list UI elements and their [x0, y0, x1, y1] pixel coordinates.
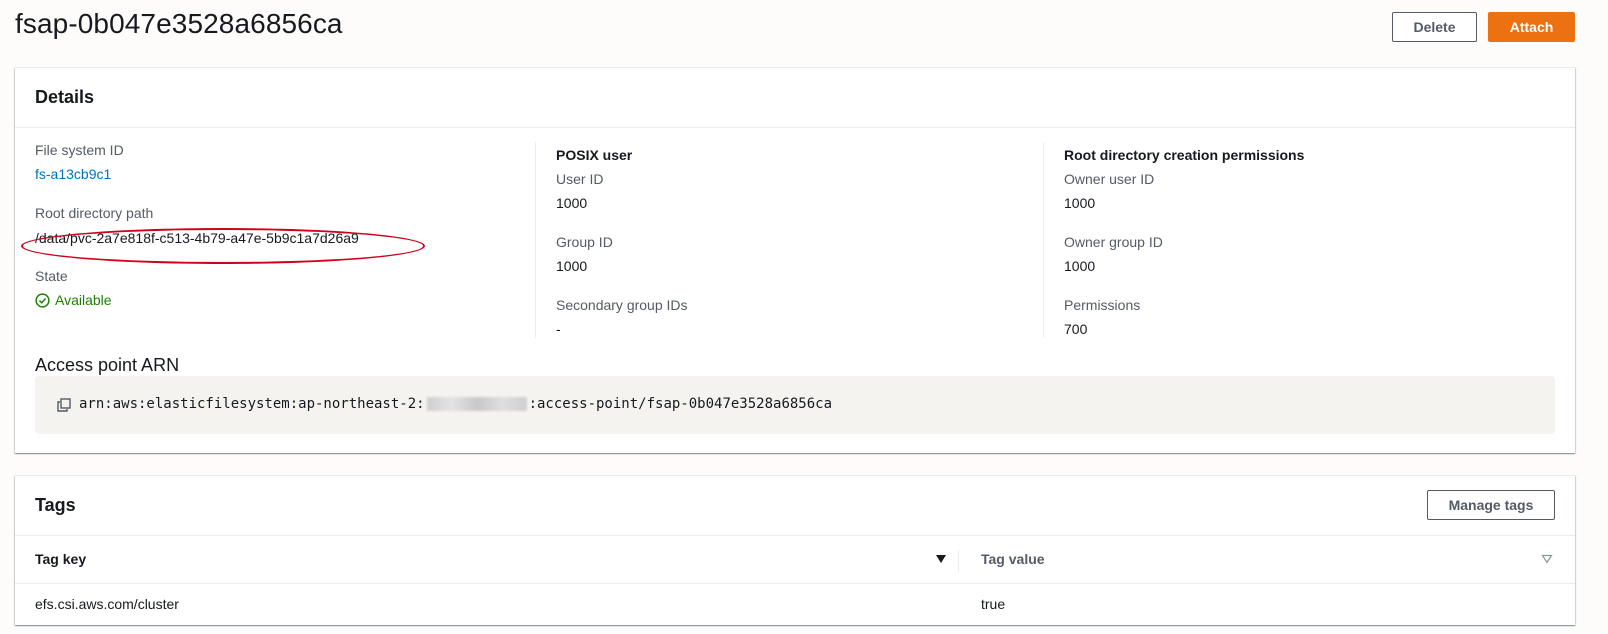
- tags-panel: Tags Manage tags Tag key Tag value efs.c…: [15, 475, 1575, 625]
- details-heading: Details: [35, 87, 95, 107]
- state-label: State: [35, 268, 68, 284]
- column-divider: [1043, 142, 1044, 338]
- column-divider: [958, 550, 959, 572]
- details-header: Details: [15, 68, 1575, 128]
- file-system-id-label: File system ID: [35, 142, 124, 158]
- details-panel: Details File system ID fs-a13cb9c1 Root …: [15, 67, 1575, 453]
- tags-table-header: Tag key Tag value: [15, 536, 1575, 584]
- access-point-arn-label: Access point ARN: [35, 355, 180, 375]
- posix-user-heading: POSIX user: [556, 147, 633, 163]
- delete-button[interactable]: Delete: [1392, 12, 1477, 42]
- arn-suffix: :access-point/fsap-0b047e3528a6856ca: [528, 396, 833, 412]
- manage-tags-button[interactable]: Manage tags: [1427, 490, 1555, 520]
- root-permissions-heading: Root directory creation permissions: [1064, 147, 1305, 163]
- owner-user-id-label: Owner user ID: [1064, 171, 1155, 187]
- page-title: fsap-0b047e3528a6856ca: [15, 8, 343, 39]
- highlight-annotation: [21, 228, 425, 264]
- secondary-group-ids-label: Secondary group IDs: [556, 297, 688, 313]
- access-point-arn-value: arn:aws:elasticfilesystem:ap-northeast-2…: [79, 396, 832, 412]
- owner-group-id-value: 1000: [1064, 258, 1096, 274]
- arn-prefix: arn:aws:elasticfilesystem:ap-northeast-2…: [79, 396, 425, 412]
- file-system-id-link[interactable]: fs-a13cb9c1: [35, 166, 111, 182]
- tags-heading: Tags: [35, 495, 76, 515]
- user-id-label: User ID: [556, 171, 604, 187]
- column-header-tag-key[interactable]: Tag key: [35, 551, 86, 567]
- permissions-value: 700: [1064, 321, 1088, 337]
- attach-button[interactable]: Attach: [1488, 12, 1575, 42]
- column-divider: [535, 142, 536, 338]
- redacted-account-id: [426, 397, 527, 411]
- owner-group-id-label: Owner group ID: [1064, 234, 1163, 250]
- user-id-value: 1000: [556, 195, 588, 211]
- sort-descending-icon[interactable]: [935, 553, 947, 565]
- owner-user-id-value: 1000: [1064, 195, 1096, 211]
- sort-unsorted-icon[interactable]: [1541, 553, 1553, 565]
- root-directory-path-label: Root directory path: [35, 205, 154, 221]
- tag-key-cell: efs.csi.aws.com/cluster: [35, 596, 179, 612]
- group-id-value: 1000: [556, 258, 588, 274]
- group-id-label: Group ID: [556, 234, 613, 250]
- tag-value-cell: true: [981, 596, 1006, 612]
- tags-header: Tags Manage tags: [15, 476, 1575, 536]
- column-header-tag-value[interactable]: Tag value: [981, 551, 1045, 567]
- copy-icon[interactable]: [57, 398, 71, 412]
- access-point-arn-box: arn:aws:elasticfilesystem:ap-northeast-2…: [35, 376, 1555, 434]
- secondary-group-ids-value: -: [556, 321, 561, 337]
- state-value: Available: [35, 292, 112, 308]
- state-text: Available: [55, 292, 112, 308]
- permissions-label: Permissions: [1064, 297, 1141, 313]
- status-success-icon: [35, 292, 50, 308]
